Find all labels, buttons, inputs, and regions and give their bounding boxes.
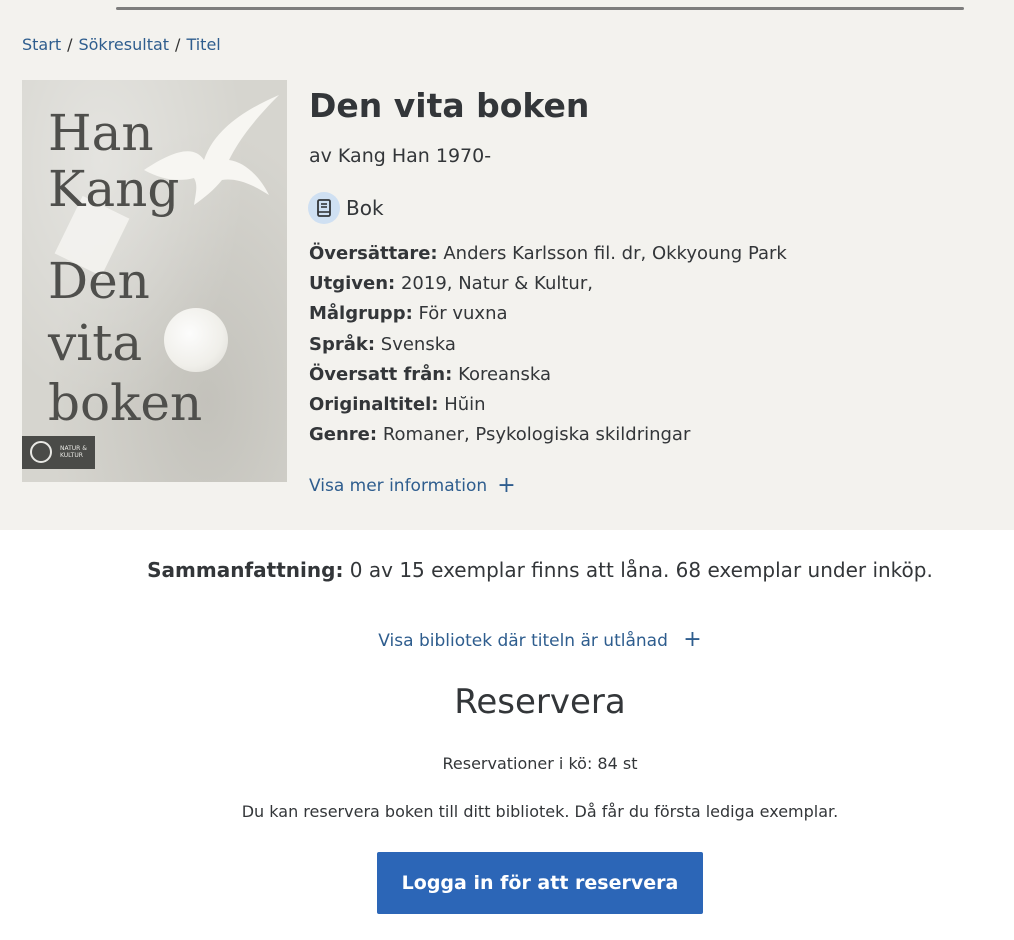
plus-icon: +: [683, 627, 702, 652]
show-lending-libraries-label: Visa bibliotek där titeln är utlånad: [378, 631, 668, 651]
tree-icon: [30, 441, 52, 463]
moon-illustration: [164, 308, 228, 372]
detail-row-language: Språk: Svenska: [309, 333, 787, 363]
breadcrumb-separator: /: [67, 35, 73, 54]
breadcrumb-search-results[interactable]: Sökresultat: [78, 35, 169, 54]
cover-author-line: Han: [48, 104, 154, 162]
reserve-info-text: Du kan reservera boken till ditt bibliot…: [241, 802, 839, 821]
detail-row-original-title: Originaltitel: Hŭin: [309, 393, 787, 423]
detail-row-audience: Målgrupp: För vuxna: [309, 302, 787, 332]
detail-row-translator: Översättare: Anders Karlsson fil. dr, Ok…: [309, 242, 787, 272]
detail-key: Översatt från:: [309, 363, 453, 385]
format-label: Bok: [346, 196, 384, 220]
top-divider: [116, 7, 964, 10]
detail-row-translated-from: Översatt från: Koreanska: [309, 363, 787, 393]
breadcrumb-current[interactable]: Titel: [186, 35, 220, 54]
detail-key: Språk:: [309, 333, 376, 355]
summary-key: Sammanfattning:: [147, 558, 344, 582]
book-details: Översättare: Anders Karlsson fil. dr, Ok…: [309, 242, 787, 453]
detail-value: Romaner, Psykologiska skildringar: [382, 424, 691, 446]
detail-key: Utgiven:: [309, 273, 396, 295]
show-more-info-label: Visa mer information: [309, 476, 488, 496]
detail-value: Anders Karlsson fil. dr, Okkyoung Park: [443, 243, 787, 264]
plus-icon: +: [497, 473, 516, 498]
detail-key: Målgrupp:: [309, 303, 413, 325]
detail-row-published: Utgiven: 2019, Natur & Kultur,: [309, 272, 787, 302]
detail-key: Översättare:: [309, 243, 438, 264]
book-title: Den vita boken: [309, 86, 590, 125]
book-author: av Kang Han 1970-: [309, 145, 492, 167]
availability-summary: Sammanfattning: 0 av 15 exemplar finns a…: [0, 558, 1014, 582]
detail-value: För vuxna: [418, 303, 508, 325]
detail-value: Svenska: [380, 333, 456, 355]
breadcrumb: Start / Sökresultat / Titel: [22, 35, 221, 54]
book-icon: [308, 192, 340, 224]
reservation-queue: Reservationer i kö: 84 st: [442, 754, 638, 773]
detail-key: Originaltitel:: [309, 393, 439, 415]
publisher-logo-text: NATUR & KULTUR: [60, 445, 87, 459]
cover-title-line: boken: [48, 374, 203, 432]
login-to-reserve-button[interactable]: Logga in för att reservera: [377, 852, 703, 914]
cover-author-line: Kang: [48, 160, 180, 218]
show-lending-libraries-link[interactable]: Visa bibliotek där titeln är utlånad +: [0, 627, 1014, 652]
detail-row-genre: Genre: Romaner, Psykologiska skildringar: [309, 423, 787, 453]
cover-title-line: vita: [48, 314, 143, 372]
detail-value: Koreanska: [458, 363, 552, 385]
detail-value: Hŭin: [444, 393, 486, 415]
format-indicator: Bok: [308, 192, 384, 224]
publisher-logo: NATUR & KULTUR: [22, 436, 95, 469]
detail-value: 2019, Natur & Kultur,: [400, 273, 593, 295]
book-cover-image: Han Kang Den vita boken NATUR & KULTUR: [22, 80, 287, 482]
breadcrumb-start[interactable]: Start: [22, 35, 61, 54]
summary-value: 0 av 15 exemplar finns att låna. 68 exem…: [349, 558, 933, 582]
show-more-info-link[interactable]: Visa mer information +: [309, 475, 516, 497]
reserve-heading: Reservera: [454, 682, 626, 722]
cover-title-line: Den: [48, 252, 150, 310]
detail-key: Genre:: [309, 424, 378, 446]
breadcrumb-separator: /: [175, 35, 181, 54]
